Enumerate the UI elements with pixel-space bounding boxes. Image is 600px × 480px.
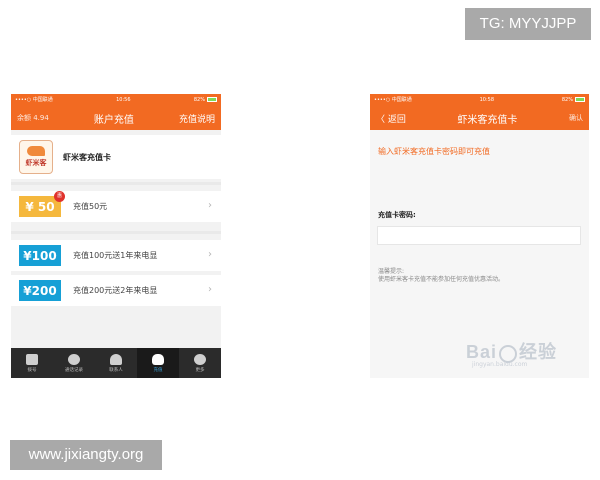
option-label: 充值200元送2年来电显: [73, 285, 158, 295]
watermark-website: www.jixiangty.org: [10, 440, 162, 470]
battery-indicator: 82%: [562, 94, 585, 106]
nav-bar: 〈 返回 虾米客充值卡 确认: [370, 106, 589, 130]
battery-icon: [206, 97, 217, 102]
notice-text: 使用虾米客卡充值不能参加任何充值优惠活动。: [378, 276, 505, 283]
divider: [11, 231, 221, 234]
clock: 10:56: [116, 97, 131, 103]
carrier-label: ••••○ 中国联通: [15, 97, 53, 103]
contacts-icon: [110, 353, 122, 365]
price-badge: ¥ 50 惠: [19, 191, 65, 217]
price-badge: ¥100: [19, 245, 61, 266]
tab-recharge[interactable]: 充值: [137, 348, 179, 378]
more-icon: [194, 353, 206, 365]
instruction-text: 输入虾米客充值卡密码即可充值: [378, 147, 490, 156]
nav-bar: 余额 4.94 账户充值 充值说明: [11, 106, 221, 130]
brand-card-row[interactable]: 虾米客 虾米客充值卡: [11, 135, 221, 179]
recharge-info-button[interactable]: 充值说明: [179, 112, 215, 125]
divider: [11, 182, 221, 185]
watermark-telegram: TG: MYYJJPP: [465, 8, 591, 40]
baidu-jingyan-watermark: Bai 经验 jingyan.baidu.com: [466, 342, 558, 368]
chevron-right-icon: ›: [208, 284, 212, 295]
tab-bar: 拨号 通话记录 联系人 充值 更多: [11, 348, 221, 378]
carrier-label: ••••○ 中国联通: [374, 97, 412, 103]
tab-more[interactable]: 更多: [179, 348, 221, 378]
option-label: 充值50元: [73, 201, 108, 211]
page-title: 虾米客充值卡: [457, 114, 518, 126]
balance-label: 余额 4.94: [17, 114, 49, 122]
tab-dialpad[interactable]: 拨号: [11, 348, 53, 378]
tab-call-log[interactable]: 通话记录: [53, 348, 95, 378]
status-bar: ••••○ 中国联通 10:56 82%: [11, 94, 221, 106]
recharge-screen: ••••○ 中国联通 10:56 82% 余额 4.94 账户充值 充值说明 虾…: [11, 94, 221, 378]
recharge-option-100[interactable]: ¥100 充值100元送1年来电显 ›: [11, 240, 221, 271]
chevron-right-icon: ›: [208, 249, 212, 260]
card-password-label: 充值卡密码:: [378, 211, 416, 219]
battery-indicator: 82%: [194, 94, 217, 106]
notice-title: 温馨提示:: [378, 268, 405, 275]
promo-badge: 惠: [54, 191, 65, 202]
recharge-option-200[interactable]: ¥200 充值200元送2年来电显 ›: [11, 275, 221, 306]
recharge-card-screen: ••••○ 中国联通 10:58 82% 〈 返回 虾米客充值卡 确认 输入虾米…: [370, 94, 589, 378]
chevron-right-icon: ›: [208, 200, 212, 211]
status-bar: ••••○ 中国联通 10:58 82%: [370, 94, 589, 106]
option-label: 充值100元送1年来电显: [73, 250, 158, 260]
confirm-button[interactable]: 确认: [569, 113, 583, 123]
back-button[interactable]: 〈 返回: [376, 112, 406, 125]
brand-card-label: 虾米客充值卡: [63, 152, 111, 162]
tab-contacts[interactable]: 联系人: [95, 348, 137, 378]
money-bag-icon: [152, 353, 164, 365]
page-title: 账户充值: [93, 114, 134, 126]
xiamike-logo: 虾米客: [19, 140, 53, 174]
paw-icon: [499, 344, 518, 363]
call-log-icon: [68, 353, 80, 365]
dialpad-icon: [26, 353, 38, 365]
price-badge: ¥200: [19, 280, 61, 301]
recharge-option-50[interactable]: ¥ 50 惠 充值50元 ›: [11, 191, 221, 222]
clock: 10:58: [479, 97, 495, 103]
card-password-input[interactable]: [377, 226, 581, 245]
shrimp-icon: [27, 146, 45, 156]
battery-icon: [574, 97, 585, 102]
